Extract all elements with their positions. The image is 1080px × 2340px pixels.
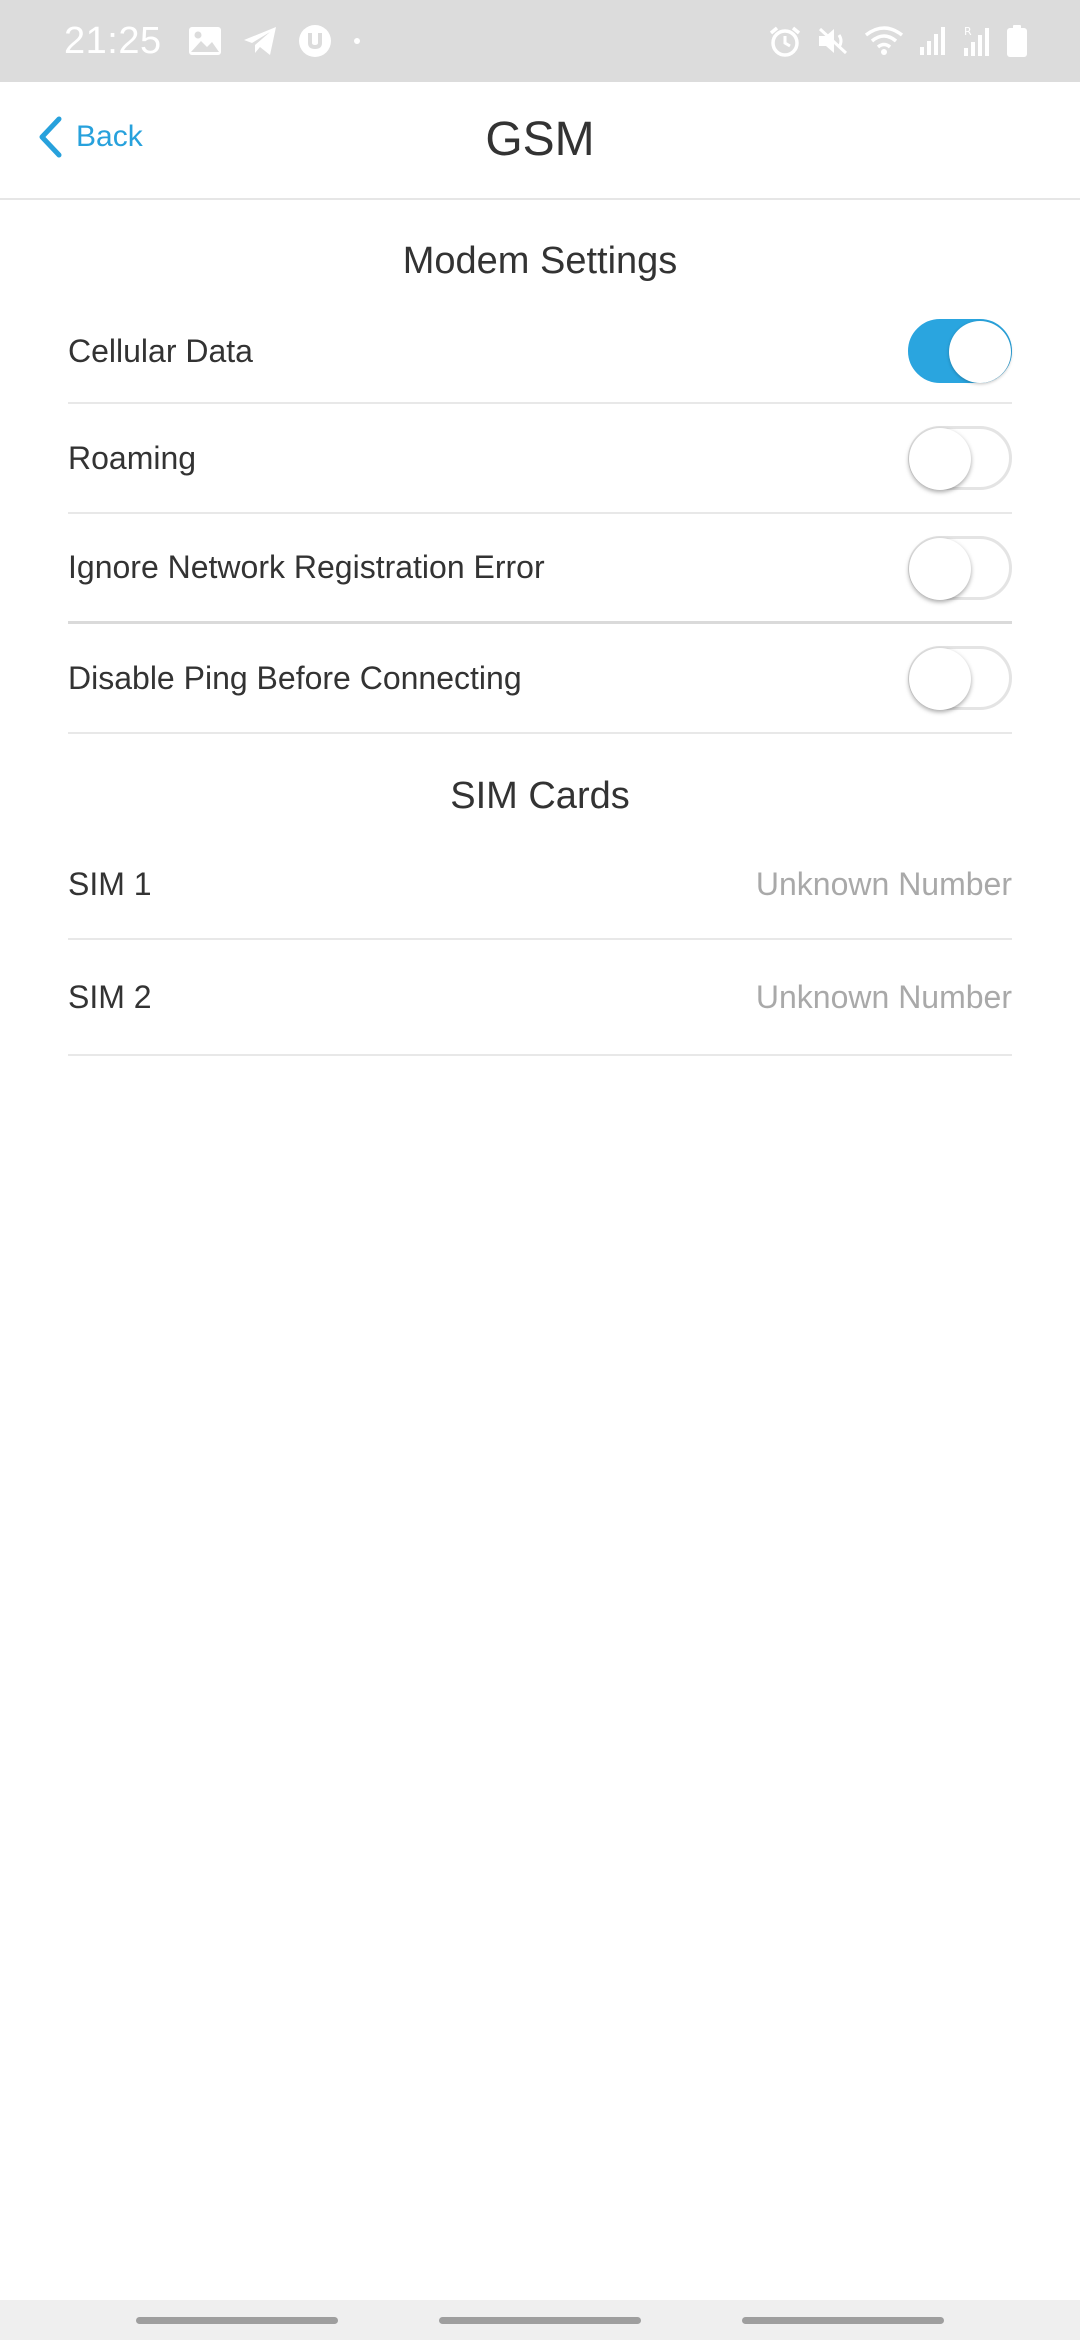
sim-label: SIM 1 bbox=[68, 865, 152, 902]
alarm-icon bbox=[768, 25, 802, 57]
telegram-icon bbox=[242, 25, 278, 57]
gesture-hint-left[interactable] bbox=[136, 2317, 338, 2324]
toggle-knob bbox=[909, 537, 971, 600]
setting-row-roaming: Roaming bbox=[68, 404, 1012, 514]
setting-row-cellular-data: Cellular Data bbox=[68, 300, 1012, 404]
toggle-knob bbox=[949, 321, 1011, 383]
gesture-hint-right[interactable] bbox=[742, 2317, 944, 2324]
battery-icon bbox=[1006, 24, 1028, 58]
section-header-sim-cards: SIM Cards bbox=[450, 775, 630, 817]
status-left-icons bbox=[188, 24, 382, 58]
signal-icon bbox=[918, 25, 948, 57]
section-header-modem-settings: Modem Settings bbox=[402, 240, 678, 282]
setting-row-disable-ping-before-connecting: Disable Ping Before Connecting bbox=[68, 624, 1012, 734]
setting-label: Disable Ping Before Connecting bbox=[68, 659, 522, 696]
page-title: GSM bbox=[485, 113, 595, 166]
signal-roaming-icon: R bbox=[962, 24, 992, 58]
svg-text:R: R bbox=[964, 25, 972, 38]
disable-ping-before-connecting-toggle[interactable] bbox=[908, 646, 1012, 710]
sim-number: Unknown Number bbox=[755, 978, 1012, 1015]
setting-row-ignore-network-registration-error: Ignore Network Registration Error bbox=[68, 514, 1012, 624]
sim-number: Unknown Number bbox=[755, 865, 1012, 902]
sim-label: SIM 2 bbox=[68, 978, 152, 1015]
setting-label: Cellular Data bbox=[68, 332, 253, 369]
utorrent-icon bbox=[298, 24, 332, 58]
status-time: 21:25 bbox=[64, 19, 162, 62]
nav-bar: Back GSM bbox=[0, 82, 1080, 200]
gesture-navigation-bar bbox=[0, 2300, 1080, 2340]
wifi-icon bbox=[864, 25, 904, 57]
ignore-network-registration-error-toggle[interactable] bbox=[908, 535, 1012, 600]
mute-icon bbox=[816, 25, 850, 57]
dot-icon bbox=[352, 36, 362, 46]
sim-row-1[interactable]: SIM 1 Unknown Number bbox=[68, 830, 1012, 940]
gesture-hint-center[interactable] bbox=[439, 2317, 641, 2324]
roaming-toggle[interactable] bbox=[908, 426, 1012, 490]
status-right-icons: R bbox=[754, 24, 1028, 58]
toggle-knob bbox=[909, 648, 971, 710]
toggle-knob bbox=[909, 428, 971, 490]
setting-label: Ignore Network Registration Error bbox=[68, 549, 545, 585]
cellular-data-toggle[interactable] bbox=[908, 319, 1012, 383]
setting-label: Roaming bbox=[68, 439, 197, 476]
image-icon bbox=[188, 26, 222, 56]
sim-row-2[interactable]: SIM 2 Unknown Number bbox=[68, 940, 1012, 1056]
status-bar: 21:25 R bbox=[0, 0, 1080, 82]
